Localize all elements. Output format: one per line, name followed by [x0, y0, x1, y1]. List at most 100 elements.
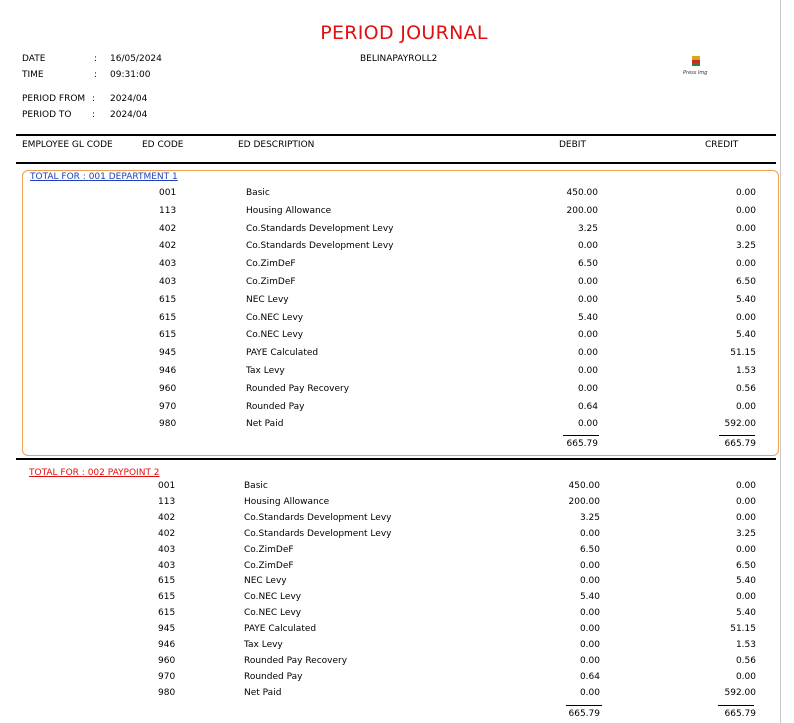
- debit-cell: 5.40: [579, 592, 600, 603]
- ed-code-cell: 970: [158, 671, 176, 682]
- credit-cell: 0.56: [735, 383, 756, 394]
- ed-code-cell: 945: [159, 348, 177, 359]
- journal-row: 402 Co.Standards Development Levy 0.00 3.25: [22, 529, 779, 546]
- debit-cell: 0.00: [577, 294, 598, 305]
- ed-description-cell: Co.Standards Development Levy: [244, 512, 392, 523]
- ed-description-cell: Basic: [244, 481, 268, 491]
- period-to-label: PERIOD TO: [22, 110, 72, 120]
- ed-description-cell: PAYE Calculated: [246, 348, 319, 359]
- col-ed-code: ED CODE: [142, 140, 184, 150]
- credit-cell: 0.00: [735, 512, 756, 523]
- credit-cell: 3.25: [735, 528, 756, 539]
- journal-row: 615 NEC Levy 0.00 5.40: [22, 576, 779, 593]
- ed-description-cell: Housing Allowance: [244, 496, 330, 507]
- journal-row: 945 PAYE Calculated 0.00 51.15: [23, 348, 780, 365]
- journal-row: 946 Tax Levy 0.00 1.53: [23, 366, 780, 383]
- debit-cell: 6.50: [577, 259, 598, 270]
- credit-cell: 3.25: [735, 241, 756, 252]
- credit-cell: 592.00: [724, 687, 757, 698]
- debit-cell: 0.00: [579, 640, 600, 650]
- journal-row: 001 Basic 450.00 0.00: [22, 481, 779, 498]
- ed-description-cell: Co.ZimDeF: [244, 544, 294, 555]
- ed-code-cell: 615: [159, 330, 177, 341]
- section-title-name: 002 PAYPOINT 2: [87, 468, 160, 478]
- ed-code-cell: 615: [158, 608, 176, 619]
- ed-description-cell: Co.Standards Development Levy: [246, 241, 394, 252]
- ed-code-cell: 402: [158, 512, 176, 523]
- section-department-1: TOTAL FOR : 001 DEPARTMENT 1 001 Basic 450…: [22, 170, 779, 456]
- ed-code-cell: 615: [158, 592, 176, 603]
- date-value: 16/05/2024: [110, 54, 162, 64]
- credit-cell: 0.00: [735, 205, 756, 216]
- debit-cell: 3.25: [579, 512, 600, 523]
- ed-code-cell: 402: [158, 528, 176, 539]
- journal-row: 945 PAYE Calculated 0.00 51.15: [22, 624, 779, 641]
- debit-cell: 0.00: [577, 348, 598, 359]
- ed-description-cell: Rounded Pay Recovery: [246, 383, 350, 394]
- debit-total-rule: [563, 435, 599, 436]
- credit-total: 665.79: [724, 439, 757, 449]
- ed-code-cell: 113: [158, 496, 176, 507]
- period-to-value: 2024/04: [110, 110, 148, 120]
- credit-cell: 6.50: [735, 560, 756, 571]
- debit-cell: 0.00: [577, 277, 598, 287]
- ed-code-cell: 960: [158, 655, 176, 666]
- debit-cell: 3.25: [577, 223, 598, 234]
- page-edge: [780, 0, 781, 723]
- ed-description-cell: Co.Standards Development Levy: [244, 528, 392, 539]
- ed-code-cell: 001: [159, 188, 177, 198]
- credit-cell: 0.00: [735, 259, 756, 270]
- ed-description-cell: Co.NEC Levy: [244, 592, 302, 603]
- ed-code-cell: 403: [158, 560, 176, 571]
- credit-cell: 0.00: [735, 223, 756, 234]
- section-title-link[interactable]: TOTAL FOR : 002 PAYPOINT 2: [29, 468, 160, 478]
- debit-cell: 0.64: [577, 401, 598, 412]
- journal-row: 403 Co.ZimDeF 0.00 6.50: [22, 561, 779, 578]
- ed-description-cell: Rounded Pay: [244, 671, 303, 682]
- header-bottom-rule: [16, 162, 776, 164]
- ed-description-cell: Rounded Pay Recovery: [244, 655, 348, 666]
- ed-code-cell: 945: [158, 624, 176, 635]
- credit-cell: 51.15: [730, 348, 756, 359]
- credit-total: 665.79: [724, 709, 757, 719]
- ed-code-cell: 946: [159, 366, 177, 376]
- debit-cell: 200.00: [566, 205, 599, 216]
- ed-code-cell: 615: [159, 294, 177, 305]
- col-gl-code: EMPLOYEE GL CODE: [22, 140, 113, 150]
- ed-description-cell: Co.NEC Levy: [246, 330, 304, 341]
- debit-cell: 0.00: [579, 608, 600, 619]
- journal-row: 970 Rounded Pay 0.64 0.00: [22, 672, 779, 689]
- journal-row: 402 Co.Standards Development Levy 3.25 0.00: [22, 513, 779, 530]
- journal-row: 615 Co.NEC Levy 0.00 5.40: [22, 608, 779, 625]
- debit-cell: 0.00: [577, 383, 598, 394]
- journal-row: 615 Co.NEC Levy 5.40 0.00: [23, 313, 780, 330]
- journal-row: 615 Co.NEC Levy 5.40 0.00: [22, 592, 779, 609]
- ed-code-cell: 615: [158, 576, 176, 587]
- debit-cell: 0.00: [579, 624, 600, 635]
- journal-row: 960 Rounded Pay Recovery 0.00 0.56: [22, 656, 779, 673]
- col-debit: DEBIT: [559, 140, 586, 150]
- ed-code-cell: 946: [158, 640, 176, 650]
- period-from-label: PERIOD FROM: [22, 94, 86, 104]
- logo-icon: [692, 56, 700, 66]
- journal-row: 960 Rounded Pay Recovery 0.00 0.56: [23, 384, 780, 401]
- time-label: TIME: [22, 70, 44, 80]
- logo-caption: Press Img: [683, 70, 708, 76]
- debit-cell: 0.00: [579, 576, 600, 587]
- section-title-link[interactable]: TOTAL FOR : 001 DEPARTMENT 1: [30, 172, 178, 182]
- debit-total: 665.79: [568, 709, 601, 719]
- credit-cell: 0.00: [735, 401, 756, 412]
- debit-cell: 0.00: [577, 419, 598, 430]
- journal-row: 403 Co.ZimDeF 0.00 6.50: [23, 277, 780, 294]
- ed-description-cell: NEC Levy: [244, 576, 287, 587]
- journal-row: 946 Tax Levy 0.00 1.53: [22, 640, 779, 657]
- journal-row: 113 Housing Allowance 200.00 0.00: [22, 497, 779, 514]
- debit-cell: 450.00: [566, 188, 599, 198]
- debit-cell: 0.00: [577, 330, 598, 341]
- debit-cell: 0.00: [577, 366, 598, 376]
- debit-cell: 0.00: [579, 687, 600, 698]
- time-colon: :: [94, 70, 98, 80]
- date-label: DATE: [22, 54, 46, 64]
- credit-cell: 1.53: [735, 640, 756, 650]
- ed-description-cell: Co.NEC Levy: [244, 608, 302, 619]
